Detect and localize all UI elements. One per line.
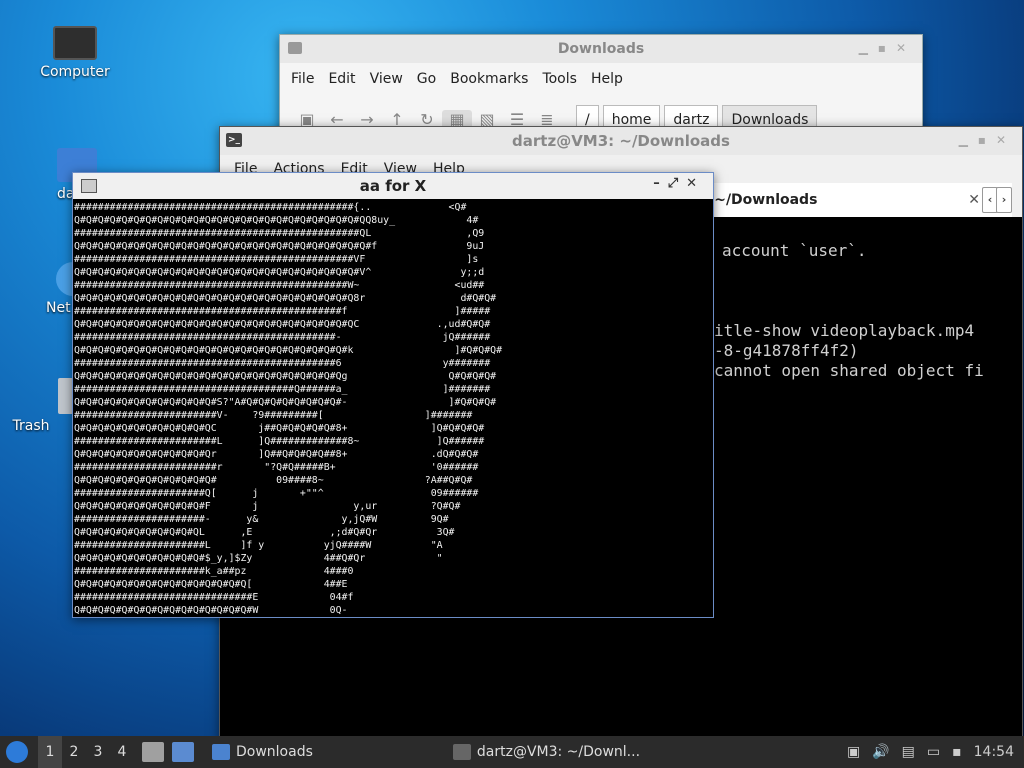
desktop-icon-label: Trash [12, 418, 50, 434]
notification-icon[interactable]: ▪ [952, 744, 962, 760]
monitor-icon [53, 26, 97, 60]
show-desktop-icon[interactable] [172, 742, 194, 762]
menu-file[interactable]: File [284, 71, 321, 87]
chevron-right-icon[interactable]: › [996, 187, 1012, 213]
menu-bookmarks[interactable]: Bookmarks [443, 71, 535, 87]
file-manager-launcher-icon[interactable] [142, 742, 164, 762]
ascii-art-display: ########################################… [74, 202, 503, 615]
terminal-icon [452, 744, 471, 760]
workspace-1[interactable]: 1 [38, 736, 62, 768]
clipboard-icon[interactable]: ▤ [902, 744, 915, 760]
file-manager-menubar: File Edit View Go Bookmarks Tools Help [280, 63, 922, 95]
task-label: dartz@VM3: ~/Downl... [476, 744, 641, 760]
display-icon[interactable]: ▭ [927, 744, 940, 760]
menu-tools[interactable]: Tools [535, 71, 584, 87]
folder-icon [288, 42, 302, 54]
menu-edit[interactable]: Edit [321, 71, 362, 87]
file-manager-titlebar[interactable]: Downloads ▁▪✕ [280, 35, 922, 63]
terminal-tab[interactable]: 3: ~/Downloads ✕ ‹ › [690, 183, 1012, 217]
aa-window[interactable]: aa for X –⤢✕ ###########################… [72, 172, 714, 618]
taskbar-task-downloads[interactable]: Downloads [206, 736, 319, 768]
start-menu-icon[interactable] [6, 741, 28, 763]
aa-titlebar[interactable]: aa for X –⤢✕ [73, 173, 713, 199]
workspace-3[interactable]: 3 [86, 744, 110, 760]
menu-view[interactable]: View [363, 71, 410, 87]
terminal-line: cannot open shared object fi [714, 361, 984, 380]
window-title: dartz@VM3: ~/Downloads [512, 132, 730, 150]
window-icon [81, 179, 97, 193]
terminal-line: account `user`. [722, 241, 867, 260]
clock[interactable]: 14:54 [974, 744, 1014, 760]
taskbar-task-terminal[interactable]: dartz@VM3: ~/Downl... [447, 736, 646, 768]
window-controls[interactable]: ▁▪✕ [859, 41, 916, 55]
network-icon[interactable]: ▣ [847, 744, 860, 760]
window-title: Downloads [557, 41, 645, 57]
terminal-line: -8-g41878ff4f2) [714, 341, 859, 360]
task-label: Downloads [236, 744, 313, 760]
terminal-icon: >_ [226, 133, 242, 147]
terminal-line: itle-show videoplayback.mp4 [714, 321, 975, 340]
workspace-2[interactable]: 2 [62, 744, 86, 760]
window-controls[interactable]: –⤢✕ [653, 176, 705, 191]
close-tab-icon[interactable]: ✕ [968, 192, 980, 208]
window-title: aa for X [359, 177, 427, 195]
folder-icon [212, 744, 230, 760]
terminal-titlebar[interactable]: >_ dartz@VM3: ~/Downloads ▁▪✕ [220, 127, 1022, 155]
workspace-4[interactable]: 4 [110, 744, 134, 760]
menu-help[interactable]: Help [584, 71, 630, 87]
desktop-icon-label: Computer [40, 64, 110, 80]
desktop-icon-computer[interactable]: Computer [27, 26, 123, 80]
volume-icon[interactable]: 🔊 [872, 744, 889, 760]
taskbar: 1 2 3 4 Downloads dartz@VM3: ~/Downl... … [0, 736, 1024, 768]
system-tray: ▣ 🔊 ▤ ▭ ▪ 14:54 [841, 744, 1024, 760]
desktop-icon-label: Net [46, 300, 71, 316]
window-controls[interactable]: ▁▪✕ [959, 133, 1016, 147]
menu-go[interactable]: Go [410, 71, 443, 87]
